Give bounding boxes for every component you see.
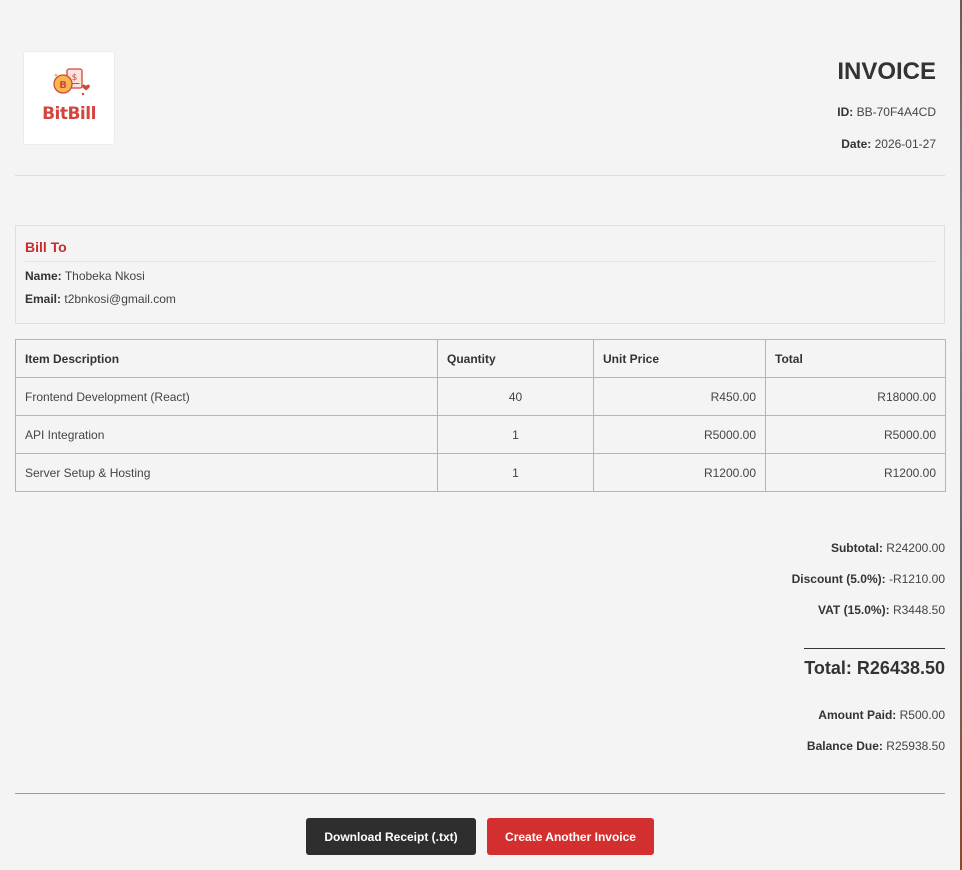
email-value: t2bnkosi@gmail.com xyxy=(64,292,176,306)
create-another-invoice-button[interactable]: Create Another Invoice xyxy=(487,818,654,855)
header-quantity: Quantity xyxy=(437,339,594,378)
amount-paid-label: Amount Paid: xyxy=(818,708,897,722)
item-quantity: 40 xyxy=(437,377,594,416)
table-row: API Integration 1 R5000.00 R5000.00 xyxy=(15,415,946,454)
header-unit-price: Unit Price xyxy=(593,339,766,378)
items-table: Item Description Quantity Unit Price Tot… xyxy=(15,339,946,492)
item-description: Server Setup & Hosting xyxy=(15,453,438,492)
header-divider xyxy=(15,175,945,176)
grand-total: Total: R26438.50 xyxy=(804,658,945,678)
bill-to-email: Email: t2bnkosi@gmail.com xyxy=(25,292,176,306)
item-unit-price: R450.00 xyxy=(593,377,766,416)
discount-label: Discount (5.0%): xyxy=(791,572,886,586)
item-total: R18000.00 xyxy=(765,377,946,416)
item-description: API Integration xyxy=(15,415,438,454)
subtotal-value: R24200.00 xyxy=(886,541,945,555)
svg-text:B: B xyxy=(59,80,67,91)
item-total: R1200.00 xyxy=(765,453,946,492)
total-divider xyxy=(804,648,945,649)
item-unit-price: R5000.00 xyxy=(593,415,766,454)
table-row: Frontend Development (React) 40 R450.00 … xyxy=(15,377,946,416)
discount-line: Discount (5.0%): -R1210.00 xyxy=(792,572,945,586)
invoice-id-value: BB-70F4A4CD xyxy=(856,105,936,119)
amount-paid-value: R500.00 xyxy=(899,708,945,722)
invoice-id: ID: BB-70F4A4CD xyxy=(837,105,936,119)
item-quantity: 1 xyxy=(437,453,594,492)
subtotal-line: Subtotal: R24200.00 xyxy=(831,541,945,555)
name-label: Name: xyxy=(25,269,62,283)
bill-to-name: Name: Thobeka Nkosi xyxy=(25,269,145,283)
item-description: Frontend Development (React) xyxy=(15,377,438,416)
company-logo: $ B BitBill xyxy=(24,52,114,144)
balance-due-value: R25938.50 xyxy=(886,739,945,753)
logo-text: BitBill xyxy=(42,104,96,124)
invoice-date: Date: 2026-01-27 xyxy=(841,137,936,151)
download-receipt-button[interactable]: Download Receipt (.txt) xyxy=(306,818,476,855)
discount-value: -R1210.00 xyxy=(888,572,945,586)
invoice-date-label: Date: xyxy=(841,137,872,151)
email-label: Email: xyxy=(25,292,62,306)
table-row: Server Setup & Hosting 1 R1200.00 R1200.… xyxy=(15,453,946,492)
header-total: Total xyxy=(765,339,946,378)
item-total: R5000.00 xyxy=(765,415,946,454)
vat-label: VAT (15.0%): xyxy=(818,603,890,617)
invoice-date-value: 2026-01-27 xyxy=(874,137,936,151)
balance-due-line: Balance Due: R25938.50 xyxy=(807,739,945,753)
amount-paid-line: Amount Paid: R500.00 xyxy=(818,708,945,722)
coin-receipt-icon: $ B xyxy=(53,68,90,96)
vat-line: VAT (15.0%): R3448.50 xyxy=(818,603,945,617)
invoice-id-label: ID: xyxy=(837,105,854,119)
vat-value: R3448.50 xyxy=(892,603,945,617)
table-header-row: Item Description Quantity Unit Price Tot… xyxy=(15,339,946,378)
header-item-description: Item Description xyxy=(15,339,438,378)
item-unit-price: R1200.00 xyxy=(593,453,766,492)
svg-text:$: $ xyxy=(72,73,78,83)
subtotal-label: Subtotal: xyxy=(830,541,883,555)
name-value: Thobeka Nkosi xyxy=(64,269,145,283)
bill-to-section: Bill To Name: Thobeka Nkosi Email: t2bnk… xyxy=(15,225,945,324)
bill-to-divider xyxy=(25,261,935,262)
item-quantity: 1 xyxy=(437,415,594,454)
bill-to-title: Bill To xyxy=(25,239,67,255)
footer-divider xyxy=(15,793,945,794)
invoice-title: INVOICE xyxy=(837,58,936,85)
balance-due-label: Balance Due: xyxy=(806,739,883,753)
